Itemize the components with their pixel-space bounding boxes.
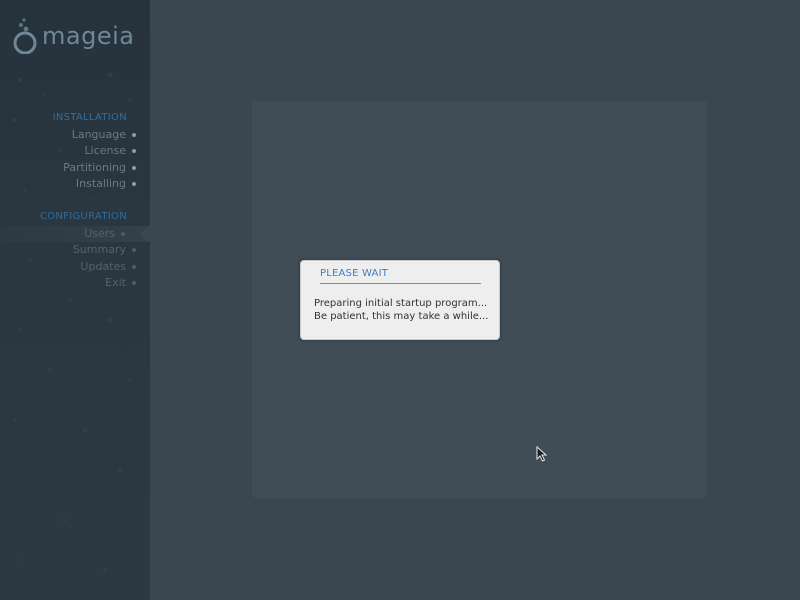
sidebar: mageia INSTALLATION Language License Par… bbox=[0, 0, 150, 600]
step-pending-dot-icon bbox=[132, 265, 136, 269]
step-complete-dot-icon bbox=[132, 182, 136, 186]
dialog-message-line: Preparing initial startup program... bbox=[314, 298, 488, 309]
step-label: Users bbox=[84, 227, 115, 240]
step-complete-dot-icon bbox=[132, 133, 136, 137]
step-complete-dot-icon bbox=[132, 166, 136, 170]
sidebar-step-installing: Installing bbox=[0, 176, 136, 192]
dialog-message-line: Be patient, this may take a while... bbox=[314, 311, 489, 322]
sidebar-bubble-pattern bbox=[13, 72, 132, 572]
sidebar-step-license: License bbox=[0, 143, 136, 159]
step-label: License bbox=[84, 144, 126, 157]
sidebar-step-updates: Updates bbox=[0, 259, 136, 275]
logo-text: mageia bbox=[42, 22, 135, 50]
step-current-dot-icon bbox=[121, 232, 125, 236]
step-label: Installing bbox=[75, 177, 126, 190]
step-label: Summary bbox=[72, 243, 126, 256]
step-pending-dot-icon bbox=[132, 281, 136, 285]
dialog-title-divider bbox=[320, 283, 481, 284]
dialog-title: PLEASE WAIT bbox=[320, 268, 389, 279]
sidebar-step-partitioning: Partitioning bbox=[0, 160, 136, 176]
sidebar-step-summary: Summary bbox=[0, 242, 136, 258]
step-complete-dot-icon bbox=[132, 149, 136, 153]
sidebar-step-language: Language bbox=[0, 127, 136, 143]
please-wait-dialog: PLEASE WAIT Preparing initial startup pr… bbox=[300, 260, 500, 340]
step-label: Language bbox=[71, 128, 126, 141]
step-label: Exit bbox=[105, 276, 126, 289]
step-pending-dot-icon bbox=[132, 248, 136, 252]
sidebar-step-exit: Exit bbox=[0, 275, 136, 291]
step-label: Partitioning bbox=[63, 161, 126, 174]
mouse-pointer-icon bbox=[536, 446, 548, 462]
sidebar-step-users: Users bbox=[0, 226, 150, 242]
mageia-cauldron-icon bbox=[13, 18, 37, 54]
section-title-installation: INSTALLATION bbox=[52, 112, 127, 123]
section-title-configuration: CONFIGURATION bbox=[39, 211, 127, 222]
installer-screen: mageia INSTALLATION Language License Par… bbox=[0, 0, 800, 600]
mageia-logo: mageia bbox=[12, 16, 144, 56]
active-step-pointer-icon bbox=[140, 225, 150, 243]
step-label: Updates bbox=[80, 260, 126, 273]
